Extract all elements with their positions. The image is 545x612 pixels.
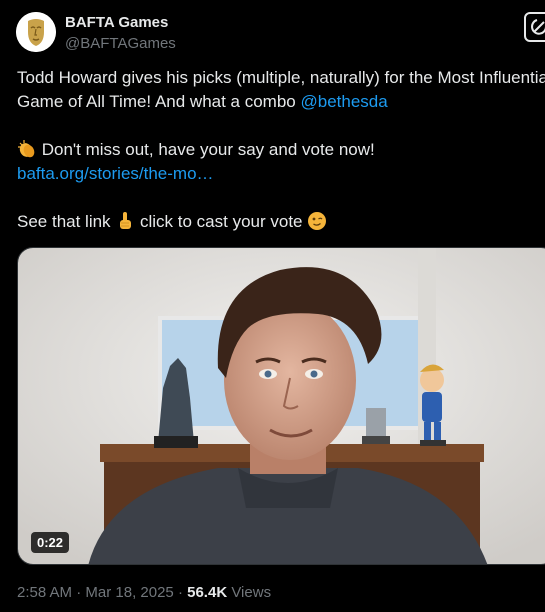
tweet-line-2-text: Game of All Time! And what a combo [17,92,301,111]
tweet-line-2: Game of All Time! And what a combo @beth… [17,90,545,114]
author-handle[interactable]: @BAFTAGames [65,35,176,52]
tweet-text: Todd Howard gives his picks (multiple, n… [17,66,545,234]
grok-glyph [531,19,545,35]
meta-separator-1: · [76,584,82,601]
video-thumbnail [18,248,545,564]
video-duration-badge: 0:22 [31,532,70,553]
views-count: 56.4K [187,584,228,601]
tweet-meta: 2:58 AM · Mar 18, 2025 · 56.4K Views [17,584,271,601]
tweet-line-3: Don't miss out, have your say and vote n… [17,138,545,162]
tweet-line-5b: click to cast your vote [135,212,308,231]
meta-separator-2: · [177,584,183,601]
tweet-date[interactable]: Mar 18, 2025 [85,584,173,601]
tweet-line-1: Todd Howard gives his picks (multiple, n… [17,68,545,87]
mention-link[interactable]: @bethesda [300,92,387,111]
views-label: Views [231,584,272,601]
author-name[interactable]: BAFTA Games [65,14,168,31]
tweet-time[interactable]: 2:58 AM [17,584,72,601]
bafta-mask-logo [16,12,56,52]
tweet-line-5a: See that link [17,212,116,231]
clapping-hands-emoji [17,139,37,159]
avatar[interactable] [16,12,56,52]
tweet-line-3-text: Don't miss out, have your say and vote n… [41,140,375,159]
article-link[interactable]: bafta.org/stories/the-mo… [17,164,214,183]
tweet-line-4: bafta.org/stories/the-mo… [17,162,545,186]
grok-icon[interactable] [524,12,545,42]
pointing-up-emoji [115,211,135,231]
tweet-line-5: See that link click to cast your vote [17,210,545,234]
winking-face-emoji [307,211,327,231]
video-player[interactable] [17,247,545,565]
